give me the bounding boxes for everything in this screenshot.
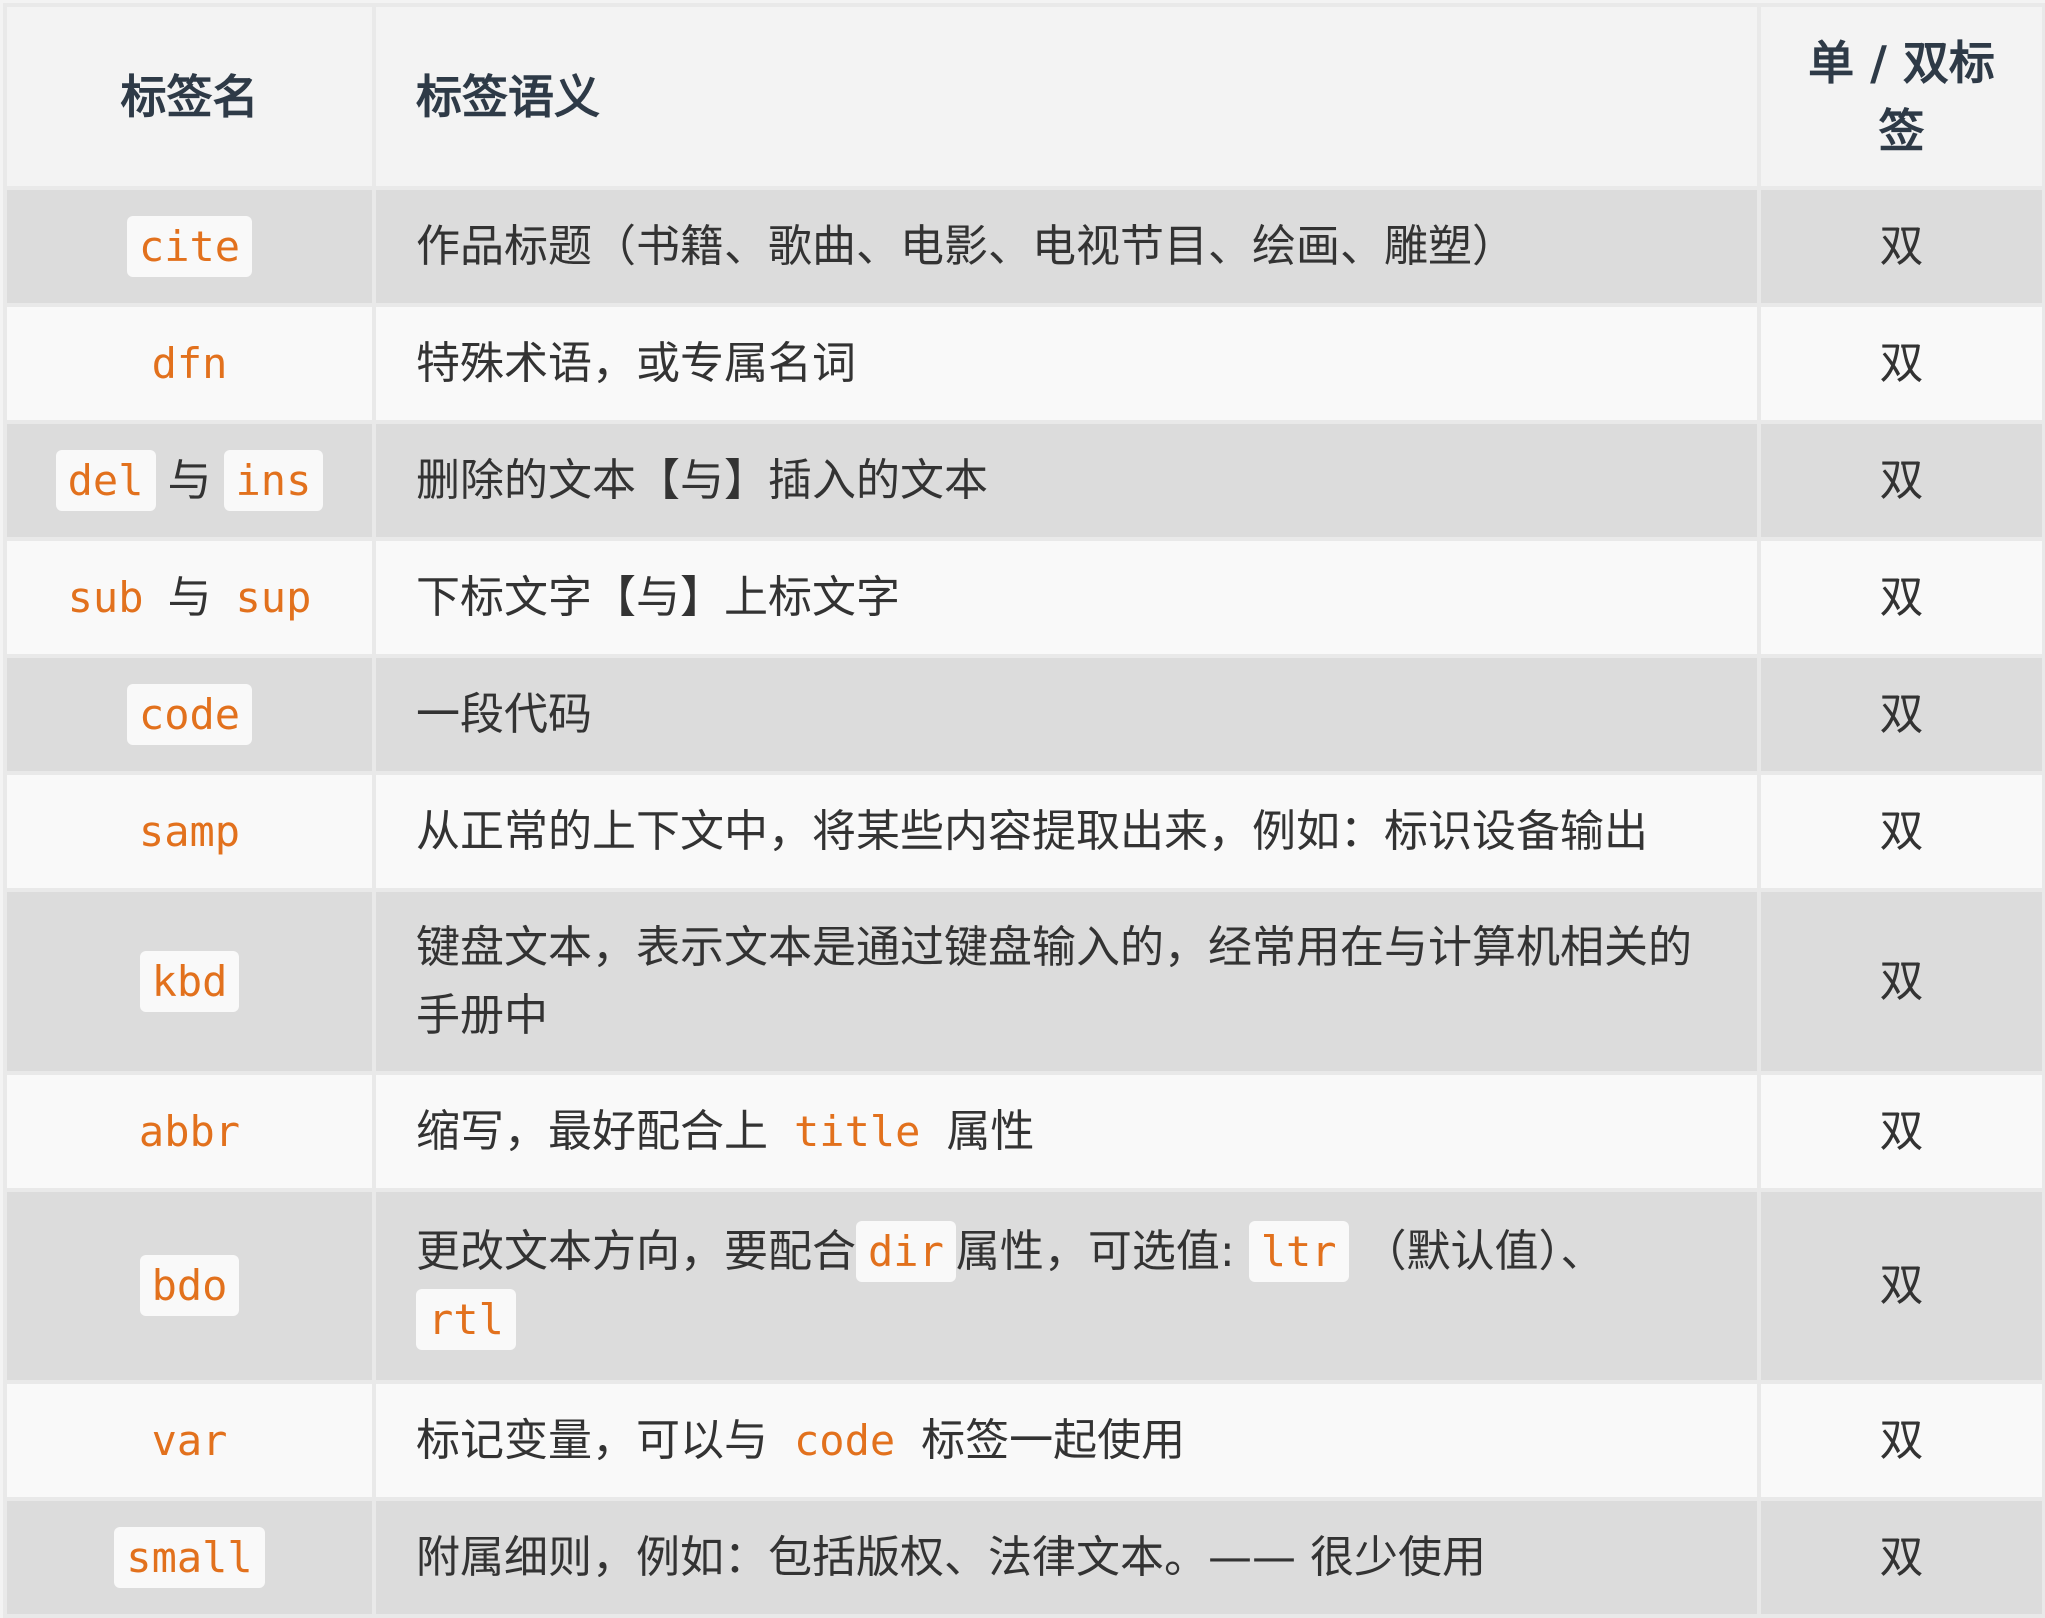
table-body: cite 作品标题（书籍、歌曲、电影、电视节目、绘画、雕塑） 双 dfn 特殊术… bbox=[3, 186, 2045, 1618]
tag-code: abbr bbox=[138, 1106, 241, 1156]
tag-name-cell: kbd bbox=[3, 888, 376, 1075]
tag-type-cell: 双 bbox=[1757, 1380, 2045, 1501]
table-row: abbr 缩写，最好配合上 title 属性 双 bbox=[3, 1071, 2045, 1192]
tag-code: cite bbox=[126, 215, 253, 277]
table-row: del 与 ins 删除的文本【与】插入的文本 双 bbox=[3, 420, 2045, 541]
tag-desc-cell: 从正常的上下文中，将某些内容提取出来，例如：标识设备输出 bbox=[372, 771, 1761, 892]
tag-name-cell: bdo bbox=[3, 1188, 376, 1384]
inline-code: dir bbox=[856, 1221, 956, 1282]
inline-code: rtl bbox=[416, 1289, 516, 1350]
tag-desc-cell: 删除的文本【与】插入的文本 bbox=[372, 420, 1761, 541]
tag-code: sub bbox=[67, 572, 144, 622]
tag-code: var bbox=[151, 1415, 228, 1465]
html-tag-table: 标签名 标签语义 单 / 双标签 cite 作品标题（书籍、歌曲、电影、电视节目… bbox=[3, 3, 2045, 1618]
tag-type-cell: 双 bbox=[1757, 186, 2045, 307]
tag-code: dfn bbox=[151, 338, 228, 388]
desc-text: 标记变量，可以与 bbox=[416, 1414, 768, 1466]
table-row: bdo 更改文本方向，要配合 dir 属性，可选值: ltr （默认值）、 rtl … bbox=[3, 1188, 2045, 1384]
tag-desc-cell: 特殊术语，或专属名词 bbox=[372, 303, 1761, 424]
tag-type-cell: 双 bbox=[1757, 888, 2045, 1075]
tag-code: del bbox=[55, 449, 156, 511]
inline-code: code bbox=[794, 1415, 896, 1465]
tag-code: samp bbox=[138, 806, 241, 856]
header-tag-semantics: 标签语义 bbox=[372, 3, 1761, 190]
tag-name-cell: sub 与 sup bbox=[3, 537, 376, 658]
tag-code: small bbox=[114, 1526, 265, 1588]
table-row: dfn 特殊术语，或专属名词 双 bbox=[3, 303, 2045, 424]
tag-joiner: 与 bbox=[167, 454, 212, 506]
header-tag-name: 标签名 bbox=[3, 3, 376, 190]
tag-name-cell: dfn bbox=[3, 303, 376, 424]
tag-name-cell: samp bbox=[3, 771, 376, 892]
tag-desc-cell: 附属细则，例如：包括版权、法律文本。—— 很少使用 bbox=[372, 1497, 1761, 1618]
tag-code: code bbox=[126, 683, 253, 745]
tag-name-cell: code bbox=[3, 654, 376, 775]
desc-text: 属性，可选值: bbox=[955, 1226, 1235, 1277]
tag-name-cell: cite bbox=[3, 186, 376, 307]
tag-joiner: 与 bbox=[167, 571, 212, 623]
tag-desc-cell: 下标文字【与】上标文字 bbox=[372, 537, 1761, 658]
desc-text: 属性 bbox=[946, 1105, 1035, 1157]
desc-text: 标签一起使用 bbox=[921, 1414, 1186, 1466]
tag-desc-cell: 缩写，最好配合上 title 属性 bbox=[372, 1071, 1761, 1192]
table-row: cite 作品标题（书籍、歌曲、电影、电视节目、绘画、雕塑） 双 bbox=[3, 186, 2045, 307]
tag-desc-cell: 一段代码 bbox=[372, 654, 1761, 775]
table-row: samp 从正常的上下文中，将某些内容提取出来，例如：标识设备输出 双 bbox=[3, 771, 2045, 892]
tag-name-cell: abbr bbox=[3, 1071, 376, 1192]
tag-name-cell: var bbox=[3, 1380, 376, 1501]
table-header: 标签名 标签语义 单 / 双标签 bbox=[3, 3, 2045, 190]
tag-desc-cell: 键盘文本，表示文本是通过键盘输入的，经常用在与计算机相关的手册中 bbox=[372, 888, 1761, 1075]
desc-text: （默认值）、 bbox=[1362, 1226, 1605, 1277]
tag-type-cell: 双 bbox=[1757, 1497, 2045, 1618]
tag-type-cell: 双 bbox=[1757, 420, 2045, 541]
tag-name-cell: small bbox=[3, 1497, 376, 1618]
table-row: code 一段代码 双 bbox=[3, 654, 2045, 775]
tag-name-cell: del 与 ins bbox=[3, 420, 376, 541]
tag-type-cell: 双 bbox=[1757, 654, 2045, 775]
tag-type-cell: 双 bbox=[1757, 303, 2045, 424]
tag-type-cell: 双 bbox=[1757, 1071, 2045, 1192]
table-row: small 附属细则，例如：包括版权、法律文本。—— 很少使用 双 bbox=[3, 1497, 2045, 1618]
inline-code: ltr bbox=[1248, 1221, 1349, 1282]
tag-type-cell: 双 bbox=[1757, 537, 2045, 658]
tag-type-cell: 双 bbox=[1757, 1188, 2045, 1384]
tag-code: bdo bbox=[139, 1255, 240, 1316]
tag-code: kbd bbox=[139, 950, 240, 1012]
tag-desc-cell: 作品标题（书籍、歌曲、电影、电视节目、绘画、雕塑） bbox=[372, 186, 1761, 307]
table-row: var 标记变量，可以与 code 标签一起使用 双 bbox=[3, 1380, 2045, 1501]
tag-type-cell: 双 bbox=[1757, 771, 2045, 892]
header-tag-type: 单 / 双标签 bbox=[1757, 3, 2045, 190]
tag-desc-cell: 标记变量，可以与 code 标签一起使用 bbox=[372, 1380, 1761, 1501]
header-row: 标签名 标签语义 单 / 双标签 bbox=[3, 3, 2045, 190]
tag-desc-cell: 更改文本方向，要配合 dir 属性，可选值: ltr （默认值）、 rtl bbox=[372, 1188, 1761, 1384]
table-row: kbd 键盘文本，表示文本是通过键盘输入的，经常用在与计算机相关的手册中 双 bbox=[3, 888, 2045, 1075]
desc-text: 更改文本方向，要配合 bbox=[416, 1226, 856, 1277]
tag-code: ins bbox=[223, 449, 324, 511]
inline-code: title bbox=[794, 1106, 921, 1156]
tag-code: sup bbox=[235, 572, 312, 622]
desc-text: 缩写，最好配合上 bbox=[416, 1105, 768, 1157]
table-row: sub 与 sup 下标文字【与】上标文字 双 bbox=[3, 537, 2045, 658]
